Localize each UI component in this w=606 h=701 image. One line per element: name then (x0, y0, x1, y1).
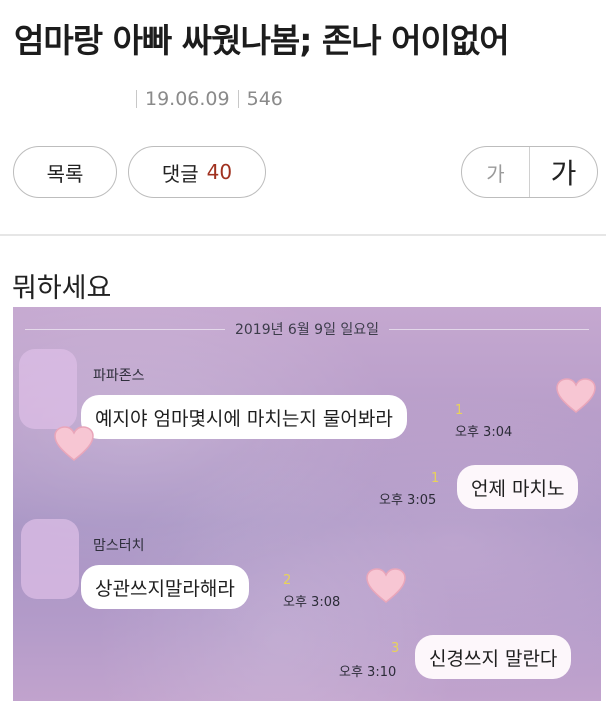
date-line-left (25, 328, 225, 330)
font-size-toggle: 가 가 (461, 146, 598, 198)
section-divider (0, 234, 606, 236)
comments-button[interactable]: 댓글 40 (128, 146, 266, 198)
comments-button-label: 댓글 (161, 161, 199, 186)
chat-date-divider: 2019년 6월 9일 일요일 (25, 319, 590, 339)
avatar (21, 519, 79, 599)
unread-count: 1 (455, 403, 464, 418)
date-line-right (389, 328, 590, 330)
heart-icon (556, 378, 596, 413)
post-title: 엄마랑 아빠 싸웠나봄; 존나 어이없어 (14, 21, 510, 60)
message-time: 오후 3:04 (455, 425, 513, 440)
post-meta: 19.06.09 546 (128, 88, 283, 110)
font-large-button[interactable]: 가 (530, 147, 597, 197)
message-bubble: 상관쓰지말라해라 (81, 565, 249, 609)
list-button[interactable]: 목록 (13, 146, 117, 198)
chat-screenshot: 2019년 6월 9일 일요일 파파존스 예지야 엄마몇시에 마치는지 물어봐라… (13, 307, 601, 701)
avatar (19, 349, 77, 429)
chat-date: 2019년 6월 9일 일요일 (234, 322, 380, 338)
heart-icon (366, 568, 406, 603)
message-bubble: 신경쓰지 말란다 (415, 635, 572, 679)
sender-name: 파파존스 (93, 368, 145, 384)
message-time: 오후 3:05 (379, 493, 437, 508)
list-button-label: 목록 (46, 161, 84, 186)
unread-count: 3 (391, 641, 400, 656)
unread-count: 1 (431, 471, 440, 486)
message-time: 오후 3:10 (339, 665, 397, 680)
meta-divider (136, 90, 137, 108)
meta-divider (237, 90, 239, 108)
sender-name: 맘스터치 (93, 538, 145, 554)
font-small-button[interactable]: 가 (462, 147, 530, 197)
post-date: 19.06.09 (145, 88, 230, 110)
message-bubble: 언제 마치노 (457, 465, 579, 509)
message-bubble: 예지야 엄마몇시에 마치는지 물어봐라 (81, 395, 407, 439)
heart-icon (54, 426, 94, 461)
unread-count: 2 (283, 573, 292, 588)
post-views: 546 (246, 88, 283, 110)
comment-count: 40 (206, 160, 233, 184)
message-time: 오후 3:08 (283, 595, 341, 610)
post-body: 뭐하세요 (12, 273, 112, 304)
